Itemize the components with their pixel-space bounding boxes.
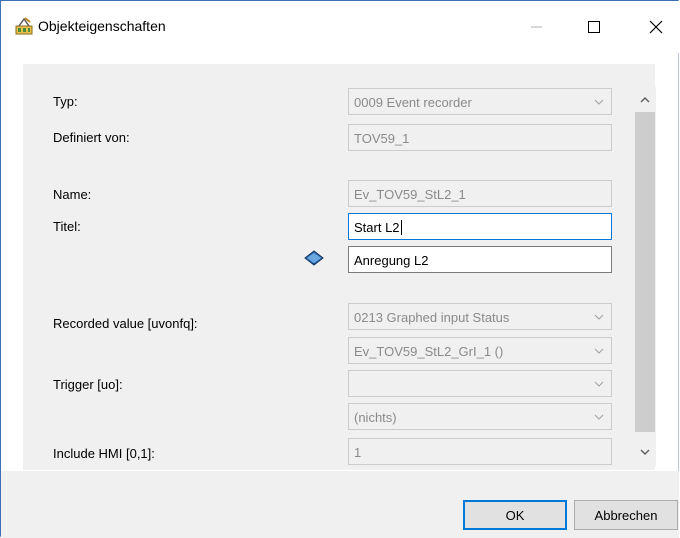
recorded-signal-dropdown[interactable]: Ev_TOV59_StL2_GrI_1 () [348, 337, 612, 364]
title-bar[interactable]: Objekteigenschaften [1, 1, 679, 53]
trigger-signal-dropdown[interactable]: (nichts) [348, 403, 612, 430]
properties-icon [15, 17, 33, 35]
include-hmi-label: Include HMI [0,1]: [53, 446, 155, 461]
titel-value: Start L2 [354, 220, 400, 235]
typ-dropdown[interactable]: 0009 Event recorder [348, 88, 612, 115]
dialog-window: Objekteigenschaften Typ: 0009 Event reco… [0, 0, 679, 538]
chevron-down-icon [594, 99, 604, 105]
definiert-von-field: TOV59_1 [348, 124, 612, 151]
titel-translation-value: Anregung L2 [354, 253, 429, 268]
typ-label: Typ: [53, 94, 78, 109]
maximize-icon [588, 21, 600, 33]
titel-translation-input[interactable]: Anregung L2 [348, 246, 612, 273]
scroll-down-icon[interactable] [637, 444, 653, 460]
chevron-down-icon [594, 414, 604, 420]
trigger-dropdown[interactable] [348, 370, 612, 397]
titel-label: Titel: [53, 219, 81, 234]
name-value: Ev_TOV59_StL2_1 [354, 187, 466, 202]
recorded-value-dropdown[interactable]: 0213 Graphed input Status [348, 303, 612, 330]
close-icon [649, 20, 663, 34]
trigger-label: Trigger [uo]: [53, 377, 123, 392]
cancel-button[interactable]: Abbrechen [574, 500, 678, 530]
definiert-von-value: TOV59_1 [354, 131, 410, 146]
chevron-down-icon [594, 348, 604, 354]
scrollbar-thumb[interactable] [635, 112, 655, 432]
name-field: Ev_TOV59_StL2_1 [348, 180, 612, 207]
include-hmi-value: 1 [354, 445, 362, 460]
scroll-up-icon[interactable] [637, 92, 653, 108]
maximize-button[interactable] [571, 1, 617, 53]
typ-value: 0009 Event recorder [354, 95, 472, 110]
recorded-value-label: Recorded value [uvonfq]: [53, 316, 198, 331]
chevron-down-icon [594, 381, 604, 387]
window-title: Objekteigenschaften [38, 18, 166, 34]
recorded-value-value: 0213 Graphed input Status [354, 310, 510, 325]
close-button[interactable] [633, 1, 679, 53]
chevron-down-icon [594, 314, 604, 320]
ok-button[interactable]: OK [463, 500, 567, 530]
titel-input[interactable]: Start L2 [348, 213, 612, 240]
include-hmi-field[interactable]: 1 [348, 438, 612, 465]
name-label: Name: [53, 187, 92, 202]
minimize-icon [531, 26, 542, 28]
trigger-signal-value: (nichts) [354, 410, 397, 425]
text-cursor [400, 220, 402, 235]
book-icon[interactable] [303, 249, 325, 267]
minimize-button[interactable] [514, 1, 560, 53]
definiert-von-label: Definiert von: [53, 130, 130, 145]
recorded-signal-value: Ev_TOV59_StL2_GrI_1 () [354, 344, 504, 359]
